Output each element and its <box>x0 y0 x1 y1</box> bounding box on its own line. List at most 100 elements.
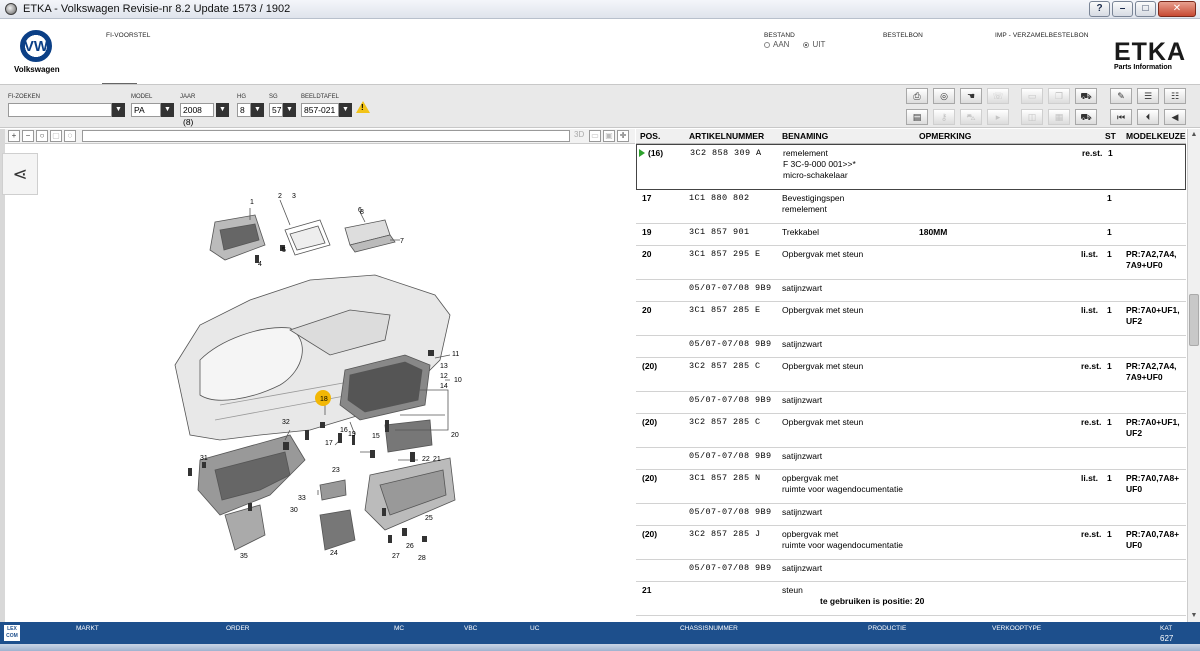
table-row[interactable]: 05/07-07/08 9B9 satijnzwart <box>636 392 1186 414</box>
callout-17[interactable]: 17 <box>325 440 333 447</box>
callout-32[interactable]: 32 <box>282 419 290 426</box>
zoom-in-icon[interactable]: + <box>8 130 20 142</box>
scroll-thumb[interactable] <box>1189 294 1199 346</box>
callout-23[interactable]: 23 <box>332 467 340 474</box>
table-row[interactable]: 05/07-07/08 9B9 satijnzwart <box>636 280 1186 302</box>
col-st[interactable]: ST <box>1105 131 1116 141</box>
callout-4[interactable]: 4 <box>258 261 262 268</box>
callout-19[interactable]: 19 <box>348 431 356 438</box>
table-row[interactable]: 17 1C1 880 802 Bevestigingspen remelement 1 <box>636 190 1186 224</box>
scroll-up-icon[interactable]: ▲ <box>1188 129 1200 141</box>
col-artikelnummer[interactable]: ARTIKELNUMMER <box>689 131 764 141</box>
callout-10[interactable]: 10 <box>454 377 462 384</box>
callout-20[interactable]: 20 <box>451 432 459 439</box>
jaar-select[interactable]: 2008 (8) <box>180 103 214 127</box>
basket-icon[interactable]: ⛟ <box>1075 109 1097 125</box>
callout-1[interactable]: 1 <box>250 199 254 206</box>
scroll-down-icon[interactable]: ▼ <box>1188 610 1200 622</box>
hg-dropdown[interactable]: ▼ <box>251 103 264 117</box>
prev-icon[interactable]: ◀ <box>1164 109 1186 125</box>
col-opmerking[interactable]: OPMERKING <box>919 131 971 141</box>
sg-select[interactable]: 57 <box>269 103 283 117</box>
share-icon[interactable]: ⋖ <box>2 153 38 195</box>
model-select[interactable]: PA <box>131 103 161 117</box>
callout-11[interactable]: 11 <box>452 351 459 358</box>
table-row[interactable]: (20) 3C2 857 285 C Opbergvak met steun re.s… <box>636 358 1186 392</box>
parts-diagram[interactable]: 12 34567810111213141516171819 202122232425… <box>160 190 480 570</box>
cell-zijde: li.st. <box>1081 305 1099 315</box>
search-part-icon[interactable]: ◎ <box>933 88 955 104</box>
table-scrollbar[interactable]: ▲ ▼ <box>1187 129 1200 622</box>
window-controls: ? – □ ✕ <box>1089 1 1196 17</box>
callout-26[interactable]: 26 <box>406 543 414 550</box>
list-back-icon[interactable]: ☰ <box>1137 88 1159 104</box>
beeldtafel-select[interactable]: 857-021 <box>301 103 339 117</box>
table-row[interactable]: (20) 3C2 857 285 C Opbergvak met steun re.s… <box>636 414 1186 448</box>
callout-16[interactable]: 16 <box>340 427 348 434</box>
maximize-button[interactable]: □ <box>1135 1 1156 17</box>
callout-2[interactable]: 2 <box>278 193 282 200</box>
close-button[interactable]: ✕ <box>1158 1 1196 17</box>
table-row[interactable]: 05/07-07/08 9B9 satijnzwart <box>636 448 1186 470</box>
table-row[interactable]: 20 3C1 857 295 E Opbergvak met steun li.st.… <box>636 246 1186 280</box>
callout-21[interactable]: 21 <box>433 456 441 463</box>
table-row[interactable]: 19 3C1 857 901 Trekkabel 180MM 1 <box>636 224 1186 246</box>
fi-zoeken-input[interactable] <box>8 103 112 117</box>
col-modelkeuze[interactable]: MODELKEUZE <box>1126 131 1186 141</box>
callout-5[interactable]: 5 <box>282 247 286 254</box>
help-button[interactable]: ? <box>1089 1 1110 17</box>
callout-27[interactable]: 27 <box>392 553 400 560</box>
sg-dropdown[interactable]: ▼ <box>283 103 296 117</box>
image-search-field[interactable] <box>82 130 570 142</box>
table-row[interactable]: (20) 3C2 857 285 J opbergvak met ruimte voo… <box>636 526 1186 560</box>
print-icon[interactable]: ⎙ <box>906 88 928 104</box>
callout-3[interactable]: 3 <box>292 193 296 200</box>
expand-icon[interactable]: ✛ <box>617 130 629 142</box>
callout-15[interactable]: 15 <box>372 433 380 440</box>
beeldtafel-dropdown[interactable]: ▼ <box>339 103 352 117</box>
callout-33[interactable]: 33 <box>298 495 306 502</box>
fi-zoeken-dropdown[interactable]: ▼ <box>112 103 125 117</box>
callout-35[interactable]: 35 <box>240 553 248 560</box>
jaar-dropdown[interactable]: ▼ <box>216 103 229 117</box>
zoom-out-icon[interactable]: − <box>22 130 34 142</box>
callout-13[interactable]: 13 <box>440 363 448 370</box>
callout-24[interactable]: 24 <box>330 550 338 557</box>
callout-22[interactable]: 22 <box>422 456 430 463</box>
table-row[interactable]: (20) 3C1 857 285 N opbergvak met ruimte voo… <box>636 470 1186 504</box>
bestelbon-label[interactable]: BESTELBON <box>883 32 923 39</box>
col-benaming[interactable]: BENAMING <box>782 131 828 141</box>
callout-12[interactable]: 12 <box>440 373 448 380</box>
zoom-fit-icon[interactable]: ○ <box>36 130 48 142</box>
callout-18[interactable]: 18 <box>320 396 328 403</box>
first-page-icon[interactable]: ⏮ <box>1110 109 1132 125</box>
keyboard-icon[interactable]: ▤ <box>906 109 928 125</box>
cart-icon[interactable]: ⛟ <box>1075 88 1097 104</box>
model-dropdown[interactable]: ▼ <box>161 103 174 117</box>
table-row[interactable]: 21 steun te gebruiken is positie: 20 <box>636 582 1186 616</box>
hg-select[interactable]: 8 <box>237 103 251 117</box>
footer-kat: KAT <box>1160 625 1173 632</box>
zoom-reset-icon[interactable]: ◌ <box>64 130 76 142</box>
bestand-aan-radio[interactable]: AAN <box>764 40 789 49</box>
callout-31[interactable]: 31 <box>200 455 208 462</box>
table-row[interactable]: (16) 3C2 858 309 A remelement F 3C-9-000 00… <box>636 144 1186 190</box>
callout-25[interactable]: 25 <box>425 515 433 522</box>
table-row[interactable]: 05/07-07/08 9B9 satijnzwart <box>636 504 1186 526</box>
callout-8[interactable]: 8 <box>360 209 364 216</box>
minimize-button[interactable]: – <box>1112 1 1133 17</box>
prev-page-icon[interactable]: ⏴ <box>1137 109 1159 125</box>
imp-verzamelbestelbon-label[interactable]: IMP - VERZAMELBESTELBON <box>995 32 1089 39</box>
callout-7[interactable]: 7 <box>400 238 404 245</box>
col-pos[interactable]: POS. <box>640 131 660 141</box>
table-row[interactable]: 20 3C1 857 285 E Opbergvak met steun li.st.… <box>636 302 1186 336</box>
callout-30[interactable]: 30 <box>290 507 298 514</box>
hand-icon[interactable]: ☚ <box>960 88 982 104</box>
table-row[interactable]: 05/07-07/08 9B9 satijnzwart <box>636 336 1186 358</box>
callout-28[interactable]: 28 <box>418 555 426 562</box>
list-forward-icon[interactable]: ☷ <box>1164 88 1186 104</box>
callout-14[interactable]: 14 <box>440 383 448 390</box>
table-row[interactable]: 05/07-07/08 9B9 satijnzwart <box>636 560 1186 582</box>
bestand-uit-radio[interactable]: UIT <box>803 40 825 49</box>
pin-icon[interactable]: ✎ <box>1110 88 1132 104</box>
